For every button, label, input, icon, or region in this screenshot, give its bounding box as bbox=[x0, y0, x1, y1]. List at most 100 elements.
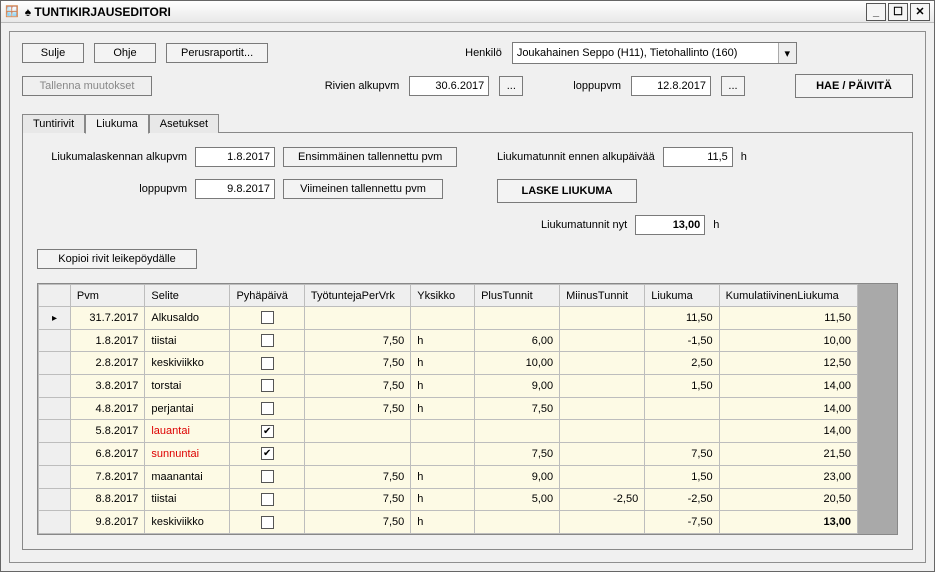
row-selector[interactable] bbox=[39, 329, 71, 352]
cell-kumul[interactable]: 14,00 bbox=[719, 420, 857, 443]
cell-liukuma[interactable]: -7,50 bbox=[645, 511, 719, 534]
cell-pvm[interactable]: 2.8.2017 bbox=[70, 352, 144, 375]
cell-pvm[interactable]: 1.8.2017 bbox=[70, 329, 144, 352]
kopioi-button[interactable]: Kopioi rivit leikepöydälle bbox=[37, 249, 197, 269]
col-tyotunteja[interactable]: TyötuntejaPerVrk bbox=[304, 285, 410, 307]
cell-miinus[interactable] bbox=[560, 375, 645, 398]
cell-plus[interactable] bbox=[475, 307, 560, 330]
cell-pvm[interactable]: 6.8.2017 bbox=[70, 443, 144, 466]
minimize-button[interactable]: _ bbox=[866, 3, 886, 21]
laske-liukuma-button[interactable]: LASKE LIUKUMA bbox=[497, 179, 637, 203]
pyha-checkbox[interactable] bbox=[261, 311, 274, 324]
liukuma-ennen-field[interactable] bbox=[663, 147, 733, 167]
cell-miinus[interactable] bbox=[560, 397, 645, 420]
cell-yksikko[interactable]: h bbox=[411, 465, 475, 488]
cell-tyotunteja[interactable]: 7,50 bbox=[304, 511, 410, 534]
table-row[interactable]: 9.8.2017keskiviikko7,50h-7,5013,00 bbox=[39, 511, 858, 534]
cell-plus[interactable]: 9,00 bbox=[475, 465, 560, 488]
cell-miinus[interactable] bbox=[560, 307, 645, 330]
henkilo-combo[interactable]: Joukahainen Seppo (H11), Tietohallinto (… bbox=[512, 42, 797, 64]
col-miinus[interactable]: MiinusTunnit bbox=[560, 285, 645, 307]
cell-tyotunteja[interactable]: 7,50 bbox=[304, 465, 410, 488]
cell-liukuma[interactable]: 2,50 bbox=[645, 352, 719, 375]
col-yksikko[interactable]: Yksikko bbox=[411, 285, 475, 307]
row-selector[interactable] bbox=[39, 352, 71, 375]
table-row[interactable]: 31.7.2017Alkusaldo11,5011,50 bbox=[39, 307, 858, 330]
cell-tyotunteja[interactable]: 7,50 bbox=[304, 329, 410, 352]
row-selector[interactable] bbox=[39, 420, 71, 443]
cell-selite[interactable]: maanantai bbox=[145, 465, 230, 488]
cell-pyha[interactable] bbox=[230, 397, 304, 420]
cell-pvm[interactable]: 4.8.2017 bbox=[70, 397, 144, 420]
cell-plus[interactable]: 5,00 bbox=[475, 488, 560, 511]
viimeinen-pvm-button[interactable]: Viimeinen tallennettu pvm bbox=[283, 179, 443, 199]
cell-yksikko[interactable]: h bbox=[411, 352, 475, 375]
cell-liukuma[interactable] bbox=[645, 420, 719, 443]
chevron-down-icon[interactable]: ▾ bbox=[778, 43, 796, 63]
cell-pyha[interactable] bbox=[230, 443, 304, 466]
table-row[interactable]: 6.8.2017sunnuntai7,507,5021,50 bbox=[39, 443, 858, 466]
pyha-checkbox[interactable] bbox=[261, 402, 274, 415]
cell-yksikko[interactable] bbox=[411, 443, 475, 466]
tab-asetukset[interactable]: Asetukset bbox=[149, 114, 219, 133]
pyha-checkbox[interactable] bbox=[261, 470, 274, 483]
liukuma-alkupvm-field[interactable] bbox=[195, 147, 275, 167]
cell-liukuma[interactable]: 7,50 bbox=[645, 443, 719, 466]
pyha-checkbox[interactable] bbox=[261, 425, 274, 438]
table-row[interactable]: 4.8.2017perjantai7,50h7,5014,00 bbox=[39, 397, 858, 420]
cell-miinus[interactable] bbox=[560, 511, 645, 534]
cell-pyha[interactable] bbox=[230, 488, 304, 511]
cell-pyha[interactable] bbox=[230, 465, 304, 488]
pyha-checkbox[interactable] bbox=[261, 516, 274, 529]
tab-liukuma[interactable]: Liukuma bbox=[85, 114, 149, 134]
cell-selite[interactable]: tiistai bbox=[145, 488, 230, 511]
table-row[interactable]: 7.8.2017maanantai7,50h9,001,5023,00 bbox=[39, 465, 858, 488]
cell-tyotunteja[interactable]: 7,50 bbox=[304, 397, 410, 420]
close-button[interactable]: ✕ bbox=[910, 3, 930, 21]
cell-kumul[interactable]: 14,00 bbox=[719, 375, 857, 398]
cell-pyha[interactable] bbox=[230, 307, 304, 330]
cell-yksikko[interactable] bbox=[411, 420, 475, 443]
cell-pvm[interactable]: 8.8.2017 bbox=[70, 488, 144, 511]
cell-miinus[interactable] bbox=[560, 329, 645, 352]
cell-kumul[interactable]: 21,50 bbox=[719, 443, 857, 466]
cell-pyha[interactable] bbox=[230, 420, 304, 443]
liukuma-loppupvm-field[interactable] bbox=[195, 179, 275, 199]
cell-liukuma[interactable]: -1,50 bbox=[645, 329, 719, 352]
cell-pvm[interactable]: 31.7.2017 bbox=[70, 307, 144, 330]
cell-pvm[interactable]: 7.8.2017 bbox=[70, 465, 144, 488]
col-plus[interactable]: PlusTunnit bbox=[475, 285, 560, 307]
cell-yksikko[interactable] bbox=[411, 307, 475, 330]
cell-selite[interactable]: tiistai bbox=[145, 329, 230, 352]
pyha-checkbox[interactable] bbox=[261, 334, 274, 347]
cell-miinus[interactable] bbox=[560, 443, 645, 466]
cell-miinus[interactable]: -2,50 bbox=[560, 488, 645, 511]
cell-plus[interactable]: 10,00 bbox=[475, 352, 560, 375]
ohje-button[interactable]: Ohje bbox=[94, 43, 156, 63]
cell-liukuma[interactable]: -2,50 bbox=[645, 488, 719, 511]
table-row[interactable]: 1.8.2017tiistai7,50h6,00-1,5010,00 bbox=[39, 329, 858, 352]
alkupvm-field[interactable] bbox=[409, 76, 489, 96]
cell-pyha[interactable] bbox=[230, 329, 304, 352]
row-selector[interactable] bbox=[39, 465, 71, 488]
table-row[interactable]: 2.8.2017keskiviikko7,50h10,002,5012,50 bbox=[39, 352, 858, 375]
cell-selite[interactable]: keskiviikko bbox=[145, 352, 230, 375]
cell-tyotunteja[interactable] bbox=[304, 443, 410, 466]
table-row[interactable]: 5.8.2017lauantai14,00 bbox=[39, 420, 858, 443]
cell-tyotunteja[interactable]: 7,50 bbox=[304, 352, 410, 375]
cell-liukuma[interactable] bbox=[645, 397, 719, 420]
cell-liukuma[interactable]: 1,50 bbox=[645, 375, 719, 398]
table-row[interactable]: 3.8.2017torstai7,50h9,001,5014,00 bbox=[39, 375, 858, 398]
cell-tyotunteja[interactable] bbox=[304, 307, 410, 330]
loppupvm-field[interactable] bbox=[631, 76, 711, 96]
col-liukuma[interactable]: Liukuma bbox=[645, 285, 719, 307]
data-grid[interactable]: Pvm Selite Pyhäpäivä TyötuntejaPerVrk Yk… bbox=[37, 283, 898, 535]
cell-pyha[interactable] bbox=[230, 375, 304, 398]
alkupvm-picker-button[interactable]: ... bbox=[499, 76, 523, 96]
cell-selite[interactable]: torstai bbox=[145, 375, 230, 398]
tab-tuntirivit[interactable]: Tuntirivit bbox=[22, 114, 85, 133]
cell-plus[interactable]: 6,00 bbox=[475, 329, 560, 352]
cell-pyha[interactable] bbox=[230, 511, 304, 534]
maximize-button[interactable]: ☐ bbox=[888, 3, 908, 21]
col-pyha[interactable]: Pyhäpäivä bbox=[230, 285, 304, 307]
